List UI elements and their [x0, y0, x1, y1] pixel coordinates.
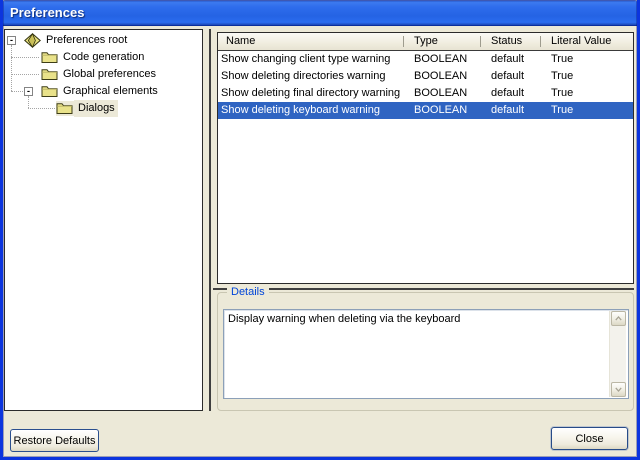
- chevron-down-icon: [615, 387, 622, 392]
- tree-item-label: Graphical elements: [59, 83, 161, 100]
- preferences-dialog: Preferences - Preferences root: [0, 0, 640, 460]
- details-scrollbar[interactable]: [609, 311, 626, 397]
- scroll-up-button[interactable]: [611, 311, 626, 326]
- collapse-toggle-icon[interactable]: -: [7, 36, 16, 45]
- folder-icon: [56, 101, 74, 116]
- tree-item-label: Global preferences: [59, 66, 159, 83]
- chevron-up-icon: [615, 316, 622, 321]
- cell-type: BOOLEAN: [404, 85, 481, 102]
- tree-item-label: Preferences root: [42, 32, 130, 49]
- cell-type: BOOLEAN: [404, 51, 481, 68]
- details-group: Details Display warning when deleting vi…: [217, 292, 634, 411]
- tree-item-graphical-elements[interactable]: - Graphical elements: [5, 83, 202, 100]
- table-header: Name Type Status Literal Value: [218, 33, 633, 51]
- title-bar[interactable]: Preferences: [0, 0, 640, 26]
- cell-value: True: [541, 102, 633, 119]
- cell-status: default: [481, 51, 541, 68]
- column-header-status[interactable]: Status: [481, 33, 541, 50]
- folder-icon: [41, 67, 59, 82]
- column-header-name[interactable]: Name: [218, 33, 404, 50]
- tree-item-label: Dialogs: [74, 100, 118, 117]
- close-button[interactable]: Close: [551, 427, 628, 450]
- table-row[interactable]: Show deleting final directory warning BO…: [218, 85, 633, 102]
- cell-name: Show changing client type warning: [218, 51, 404, 68]
- cell-value: True: [541, 51, 633, 68]
- table-row[interactable]: Show deleting directories warning BOOLEA…: [218, 68, 633, 85]
- scroll-down-button[interactable]: [611, 382, 626, 397]
- details-group-label: Details: [227, 285, 269, 300]
- tree-item-code-generation[interactable]: Code generation: [5, 49, 202, 66]
- splitter-horizontal[interactable]: [213, 288, 634, 290]
- column-header-type[interactable]: Type: [404, 33, 481, 50]
- folder-icon: [41, 50, 59, 65]
- preferences-tree: - Preferences root Code generation: [4, 29, 203, 411]
- tree-item-preferences-root[interactable]: - Preferences root: [5, 32, 202, 49]
- tree-item-label: Code generation: [59, 49, 147, 66]
- restore-defaults-button[interactable]: Restore Defaults: [10, 429, 99, 452]
- preferences-root-icon: [24, 33, 42, 48]
- table-row[interactable]: Show changing client type warning BOOLEA…: [218, 51, 633, 68]
- cell-value: True: [541, 85, 633, 102]
- preferences-table: Name Type Status Literal Value Show chan…: [217, 32, 634, 284]
- window-title: Preferences: [10, 5, 84, 20]
- tree-item-global-preferences[interactable]: Global preferences: [5, 66, 202, 83]
- tree-item-dialogs[interactable]: Dialogs: [5, 100, 202, 117]
- cell-status: default: [481, 102, 541, 119]
- splitter-vertical[interactable]: [209, 29, 211, 411]
- cell-status: default: [481, 85, 541, 102]
- cell-name: Show deleting directories warning: [218, 68, 404, 85]
- cell-type: BOOLEAN: [404, 68, 481, 85]
- cell-name: Show deleting final directory warning: [218, 85, 404, 102]
- cell-status: default: [481, 68, 541, 85]
- details-text[interactable]: Display warning when deleting via the ke…: [223, 309, 629, 399]
- cell-value: True: [541, 68, 633, 85]
- cell-name: Show deleting keyboard warning: [218, 102, 404, 119]
- folder-icon: [41, 84, 59, 99]
- cell-type: BOOLEAN: [404, 102, 481, 119]
- collapse-toggle-icon[interactable]: -: [24, 87, 33, 96]
- table-row-selected[interactable]: Show deleting keyboard warning BOOLEAN d…: [218, 102, 633, 119]
- column-header-literal-value[interactable]: Literal Value: [541, 33, 633, 50]
